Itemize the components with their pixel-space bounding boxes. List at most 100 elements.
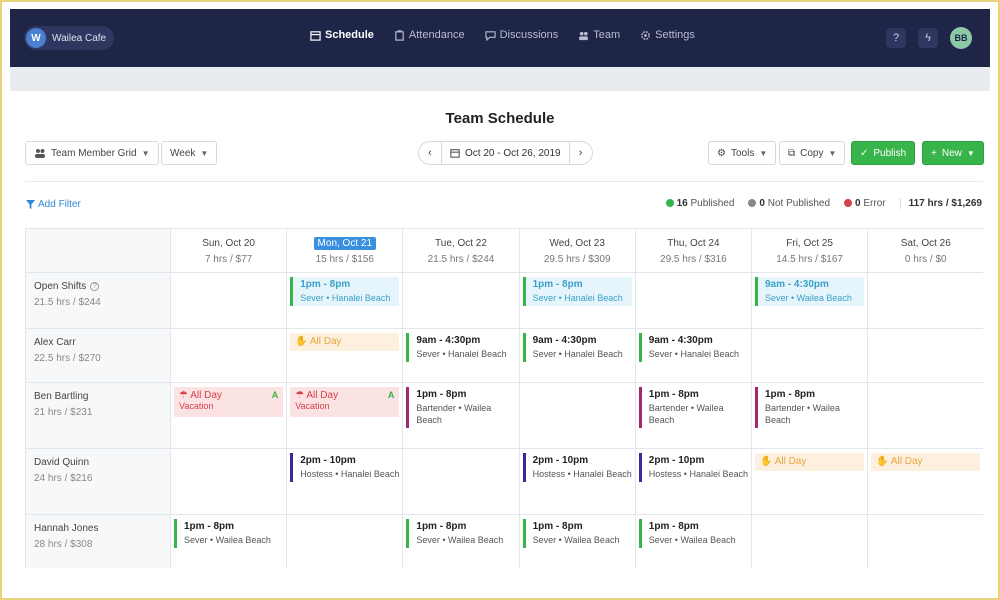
schedule-cell[interactable]: 1pm - 8pmBartender • Wailea Beach xyxy=(752,383,868,449)
day-header[interactable]: Mon, Oct 2115 hrs / $156 xyxy=(287,229,403,273)
shift-card[interactable]: 9am - 4:30pmSever • Hanalei Beach xyxy=(406,333,515,362)
shift-detail: Sever • Hanalei Beach xyxy=(300,292,399,304)
schedule-cell[interactable] xyxy=(636,273,752,329)
nav-attendance[interactable]: Attendance xyxy=(394,29,465,41)
vacation-card[interactable]: ☂ All DayVacationA xyxy=(290,387,399,417)
schedule-cell[interactable]: 1pm - 8pmSever • Wailea Beach xyxy=(403,515,519,568)
all-day-unavailable-card[interactable]: ✋ All Day xyxy=(755,453,864,471)
day-header[interactable]: Sun, Oct 207 hrs / $77 xyxy=(171,229,287,273)
shift-card[interactable]: 1pm - 8pmBartender • Wailea Beach xyxy=(755,387,864,428)
shift-card[interactable]: 1pm - 8pmSever • Wailea Beach xyxy=(639,519,748,548)
schedule-cell[interactable]: 1pm - 8pmSever • Wailea Beach xyxy=(636,515,752,568)
schedule-cell[interactable] xyxy=(287,515,403,568)
team-member-cell[interactable]: Hannah Jones28 hrs / $308 xyxy=(26,515,171,568)
schedule-cell[interactable] xyxy=(868,273,983,329)
date-range-picker[interactable]: Oct 20 - Oct 26, 2019 xyxy=(441,142,570,164)
view-dropdown[interactable]: Team Member Grid ▼ xyxy=(25,141,159,165)
schedule-cell[interactable] xyxy=(403,273,519,329)
day-header[interactable]: Wed, Oct 2329.5 hrs / $309 xyxy=(520,229,636,273)
schedule-cell[interactable] xyxy=(171,449,287,515)
next-week-button[interactable]: › xyxy=(570,147,592,159)
schedule-cell[interactable]: 2pm - 10pmHostess • Hanalei Beach xyxy=(520,449,636,515)
shift-card[interactable]: 9am - 4:30pmSever • Hanalei Beach xyxy=(639,333,748,362)
schedule-cell[interactable] xyxy=(752,329,868,383)
publish-button[interactable]: ✓ Publish xyxy=(851,141,915,165)
schedule-cell[interactable]: ✋ All Day xyxy=(287,329,403,383)
chevron-down-icon: ▼ xyxy=(759,149,767,158)
lightning-icon[interactable]: ϟ xyxy=(918,28,938,48)
schedule-cell[interactable] xyxy=(868,383,983,449)
user-avatar[interactable]: BB xyxy=(950,27,972,49)
schedule-cell[interactable]: 9am - 4:30pmSever • Hanalei Beach xyxy=(520,329,636,383)
schedule-cell[interactable] xyxy=(403,449,519,515)
schedule-cell[interactable]: 1pm - 8pmSever • Wailea Beach xyxy=(520,515,636,568)
shift-card[interactable]: 2pm - 10pmHostess • Hanalei Beach xyxy=(523,453,632,482)
shift-time: 9am - 4:30pm xyxy=(649,335,748,346)
shift-card[interactable]: 2pm - 10pmHostess • Hanalei Beach xyxy=(639,453,748,482)
add-filter-link[interactable]: Add Filter xyxy=(26,199,81,210)
schedule-cell[interactable]: 1pm - 8pmBartender • Wailea Beach xyxy=(403,383,519,449)
calendar-icon xyxy=(450,148,460,158)
schedule-cell[interactable]: 1pm - 8pmSever • Hanalei Beach xyxy=(520,273,636,329)
all-day-unavailable-card[interactable]: ✋ All Day xyxy=(871,453,980,471)
schedule-cell[interactable] xyxy=(752,515,868,568)
schedule-cell[interactable]: 9am - 4:30pmSever • Wailea Beach xyxy=(752,273,868,329)
day-header[interactable]: Fri, Oct 2514.5 hrs / $167 xyxy=(752,229,868,273)
shift-card[interactable]: 9am - 4:30pmSever • Hanalei Beach xyxy=(523,333,632,362)
chevron-down-icon: ▼ xyxy=(829,149,837,158)
team-member-cell[interactable]: David Quinn24 hrs / $216 xyxy=(26,449,171,515)
error-count: 0 xyxy=(855,198,861,209)
schedule-cell[interactable]: ✋ All Day xyxy=(868,449,983,515)
vacation-card[interactable]: ☂ All DayVacationA xyxy=(174,387,283,417)
schedule-cell[interactable]: ✋ All Day xyxy=(752,449,868,515)
day-header[interactable]: Sat, Oct 260 hrs / $0 xyxy=(868,229,983,273)
schedule-cell[interactable]: 2pm - 10pmHostess • Hanalei Beach xyxy=(287,449,403,515)
open-shift-card[interactable]: 1pm - 8pmSever • Hanalei Beach xyxy=(523,277,632,306)
shift-card[interactable]: 1pm - 8pmBartender • Wailea Beach xyxy=(639,387,748,428)
period-dropdown[interactable]: Week ▼ xyxy=(161,141,217,165)
schedule-cell[interactable] xyxy=(171,273,287,329)
schedule-cell[interactable]: ☂ All DayVacationA xyxy=(287,383,403,449)
day-header[interactable]: Tue, Oct 2221.5 hrs / $244 xyxy=(403,229,519,273)
day-header[interactable]: Thu, Oct 2429.5 hrs / $316 xyxy=(636,229,752,273)
help-icon[interactable]: ? xyxy=(886,28,906,48)
schedule-cell[interactable]: 1pm - 8pmSever • Hanalei Beach xyxy=(287,273,403,329)
vacation-detail: Vacation xyxy=(179,401,278,411)
schedule-cell[interactable] xyxy=(520,383,636,449)
shift-card[interactable]: 1pm - 8pmBartender • Wailea Beach xyxy=(406,387,515,428)
shift-card[interactable]: 1pm - 8pmSever • Wailea Beach xyxy=(174,519,283,548)
schedule-cell[interactable] xyxy=(868,329,983,383)
location-switcher[interactable]: W Wailea Cafe xyxy=(24,26,114,50)
nav-discussions[interactable]: Discussions xyxy=(485,29,559,41)
schedule-cell[interactable]: ☂ All DayVacationA xyxy=(171,383,287,449)
shift-time: 9am - 4:30pm xyxy=(765,279,864,290)
all-day-unavailable-card[interactable]: ✋ All Day xyxy=(290,333,399,351)
shift-card[interactable]: 1pm - 8pmSever • Wailea Beach xyxy=(523,519,632,548)
open-shift-card[interactable]: 1pm - 8pmSever • Hanalei Beach xyxy=(290,277,399,306)
schedule-cell[interactable] xyxy=(868,515,983,568)
new-dropdown[interactable]: + New ▼ xyxy=(922,141,984,165)
nav-schedule[interactable]: Schedule xyxy=(310,29,374,41)
tools-dropdown[interactable]: ⚙ Tools ▼ xyxy=(708,141,776,165)
schedule-cell[interactable]: 9am - 4:30pmSever • Hanalei Beach xyxy=(636,329,752,383)
schedule-cell[interactable]: 1pm - 8pmSever • Wailea Beach xyxy=(171,515,287,568)
shift-card[interactable]: 1pm - 8pmSever • Wailea Beach xyxy=(406,519,515,548)
team-member-cell[interactable]: Open Shifts?21.5 hrs / $244 xyxy=(26,273,171,329)
shift-time: 1pm - 8pm xyxy=(649,389,748,400)
prev-week-button[interactable]: ‹ xyxy=(419,147,441,159)
nav-settings[interactable]: Settings xyxy=(640,29,695,41)
team-member-cell[interactable]: Ben Bartling21 hrs / $231 xyxy=(26,383,171,449)
nav-team[interactable]: Team xyxy=(578,29,620,41)
copy-dropdown[interactable]: ⧉ Copy ▼ xyxy=(779,141,845,165)
schedule-cell[interactable] xyxy=(171,329,287,383)
schedule-cell[interactable]: 1pm - 8pmBartender • Wailea Beach xyxy=(636,383,752,449)
info-icon[interactable]: ? xyxy=(90,282,99,291)
schedule-cell[interactable]: 2pm - 10pmHostess • Hanalei Beach xyxy=(636,449,752,515)
schedule-cell[interactable]: 9am - 4:30pmSever • Hanalei Beach xyxy=(403,329,519,383)
vacation-time: ☂ All Day xyxy=(179,390,278,401)
open-shift-card[interactable]: 9am - 4:30pmSever • Wailea Beach xyxy=(755,277,864,306)
team-member-cell[interactable]: Alex Carr22.5 hrs / $270 xyxy=(26,329,171,383)
view-dropdown-label: Team Member Grid xyxy=(51,148,137,159)
published-count: 16 xyxy=(677,198,688,209)
shift-card[interactable]: 2pm - 10pmHostess • Hanalei Beach xyxy=(290,453,399,482)
